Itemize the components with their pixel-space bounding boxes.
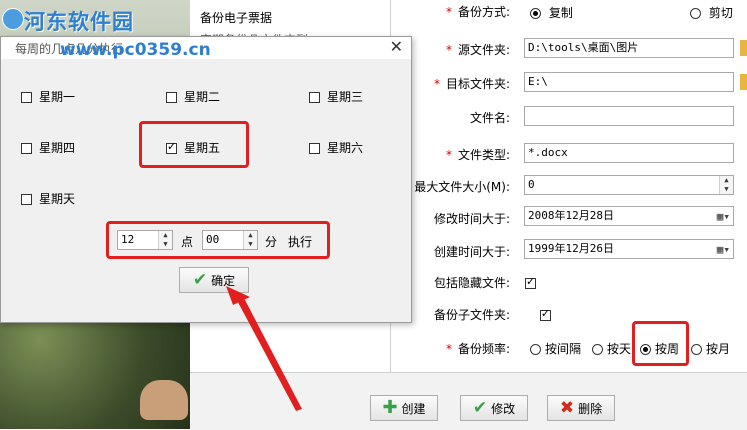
watermark-url: www.pc0359.cn bbox=[60, 40, 211, 60]
annotation-arrow bbox=[226, 286, 302, 411]
site-logo-icon bbox=[2, 8, 24, 30]
watermark-site-name: 河东软件园 bbox=[24, 10, 134, 34]
